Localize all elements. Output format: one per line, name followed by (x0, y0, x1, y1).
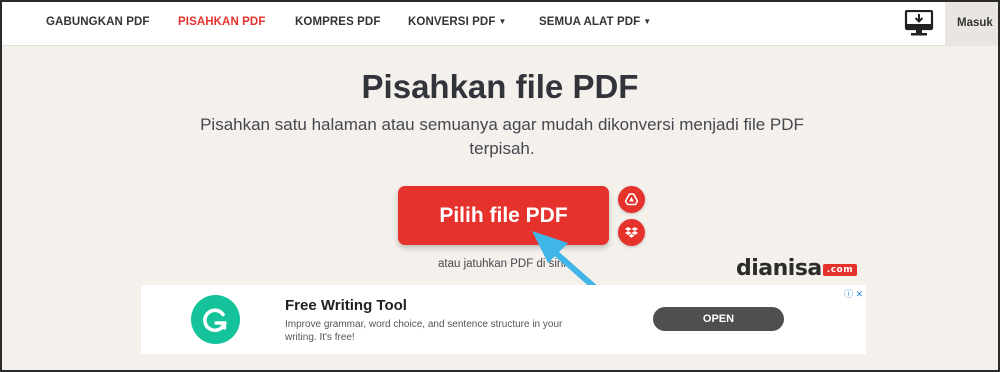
nav-item-semua-alat[interactable]: SEMUA ALAT PDF ▼ (539, 16, 651, 28)
google-drive-button[interactable] (618, 186, 645, 213)
drop-hint: atau jatuhkan PDF di sini (438, 258, 566, 270)
desktop-download-button[interactable] (904, 9, 934, 38)
grammarly-g-icon (203, 308, 227, 333)
google-drive-icon (625, 193, 638, 206)
dropbox-icon (625, 227, 638, 238)
nav-item-konversi[interactable]: KONVERSI PDF ▼ (408, 16, 507, 28)
nav-item-pisahkan[interactable]: PISAHKAN PDF (178, 16, 265, 28)
page-title: Pisahkan file PDF (361, 68, 639, 105)
caret-down-icon: ▼ (643, 17, 652, 26)
caret-down-icon: ▼ (498, 17, 507, 26)
top-nav: GABUNGKAN PDF PISAHKAN PDF KOMPRES PDF K… (2, 2, 998, 46)
dropbox-button[interactable] (618, 219, 645, 246)
login-button[interactable]: Masuk (945, 2, 998, 46)
ad-title: Free Writing Tool (285, 297, 407, 314)
nav-item-gabungkan[interactable]: GABUNGKAN PDF (46, 16, 150, 28)
ad-choices-icon[interactable]: ⓘ ✕ (844, 287, 863, 300)
watermark-logo: dianisa .com (736, 256, 858, 281)
desktop-download-icon (904, 9, 934, 36)
ad-description: Improve grammar, word choice, and senten… (285, 319, 563, 343)
ad-open-button[interactable]: OPEN (653, 307, 784, 331)
nav-item-kompres[interactable]: KOMPRES PDF (295, 16, 380, 28)
select-pdf-button[interactable]: Pilih file PDF (398, 186, 609, 245)
grammarly-logo (191, 295, 240, 344)
ad-banner[interactable]: Free Writing Tool Improve grammar, word … (141, 285, 866, 354)
page-subtitle: Pisahkan satu halaman atau semuanya agar… (200, 115, 804, 158)
